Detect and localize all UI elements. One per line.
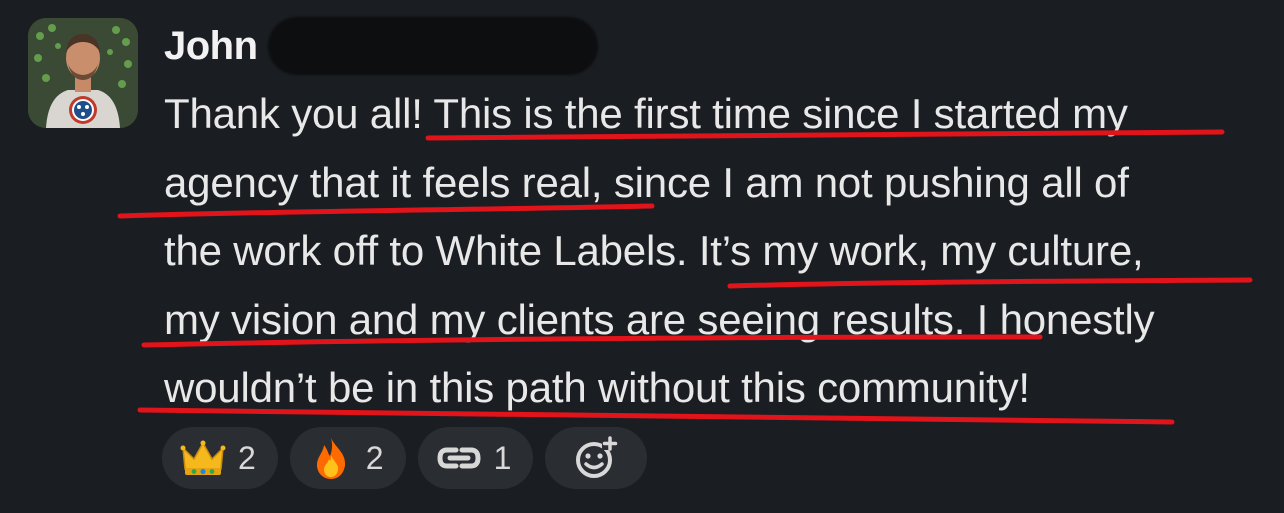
message-line-4: my vision and my clients are seeing resu…	[164, 295, 1155, 343]
reaction-count: 1	[493, 439, 512, 476]
add-reaction-button[interactable]	[545, 427, 648, 489]
redacted-last-name	[267, 17, 598, 75]
reaction-count: 2	[365, 439, 384, 476]
reaction-crown[interactable]: 2	[162, 427, 278, 489]
message-body: Thank you all! This is the first time si…	[164, 80, 1274, 423]
message-line-5: wouldn’t be in this path without this co…	[164, 364, 1030, 411]
add-reaction-icon	[576, 436, 619, 478]
fire-emoji-icon	[308, 435, 354, 481]
message-line-3: the work off to White Labels. It’s my wo…	[164, 227, 1144, 274]
message-container: John Thank you all! This is the first ti…	[0, 0, 1284, 513]
reaction-link[interactable]: 1	[417, 427, 534, 489]
reaction-fire[interactable]: 2	[289, 427, 406, 489]
author-name[interactable]: John	[164, 24, 258, 69]
author-row: John	[164, 17, 598, 75]
message-line-2: agency that it feels real, since I am no…	[164, 158, 1129, 206]
avatar-portrait-icon	[28, 18, 138, 128]
message-line-1: Thank you all! This is the first time si…	[164, 90, 1128, 137]
link-emoji-icon	[436, 435, 482, 481]
reactions-bar: 2 2 1	[162, 427, 648, 489]
author-avatar[interactable]	[28, 18, 138, 128]
reaction-count: 2	[238, 439, 256, 476]
crown-emoji-icon	[180, 435, 226, 481]
